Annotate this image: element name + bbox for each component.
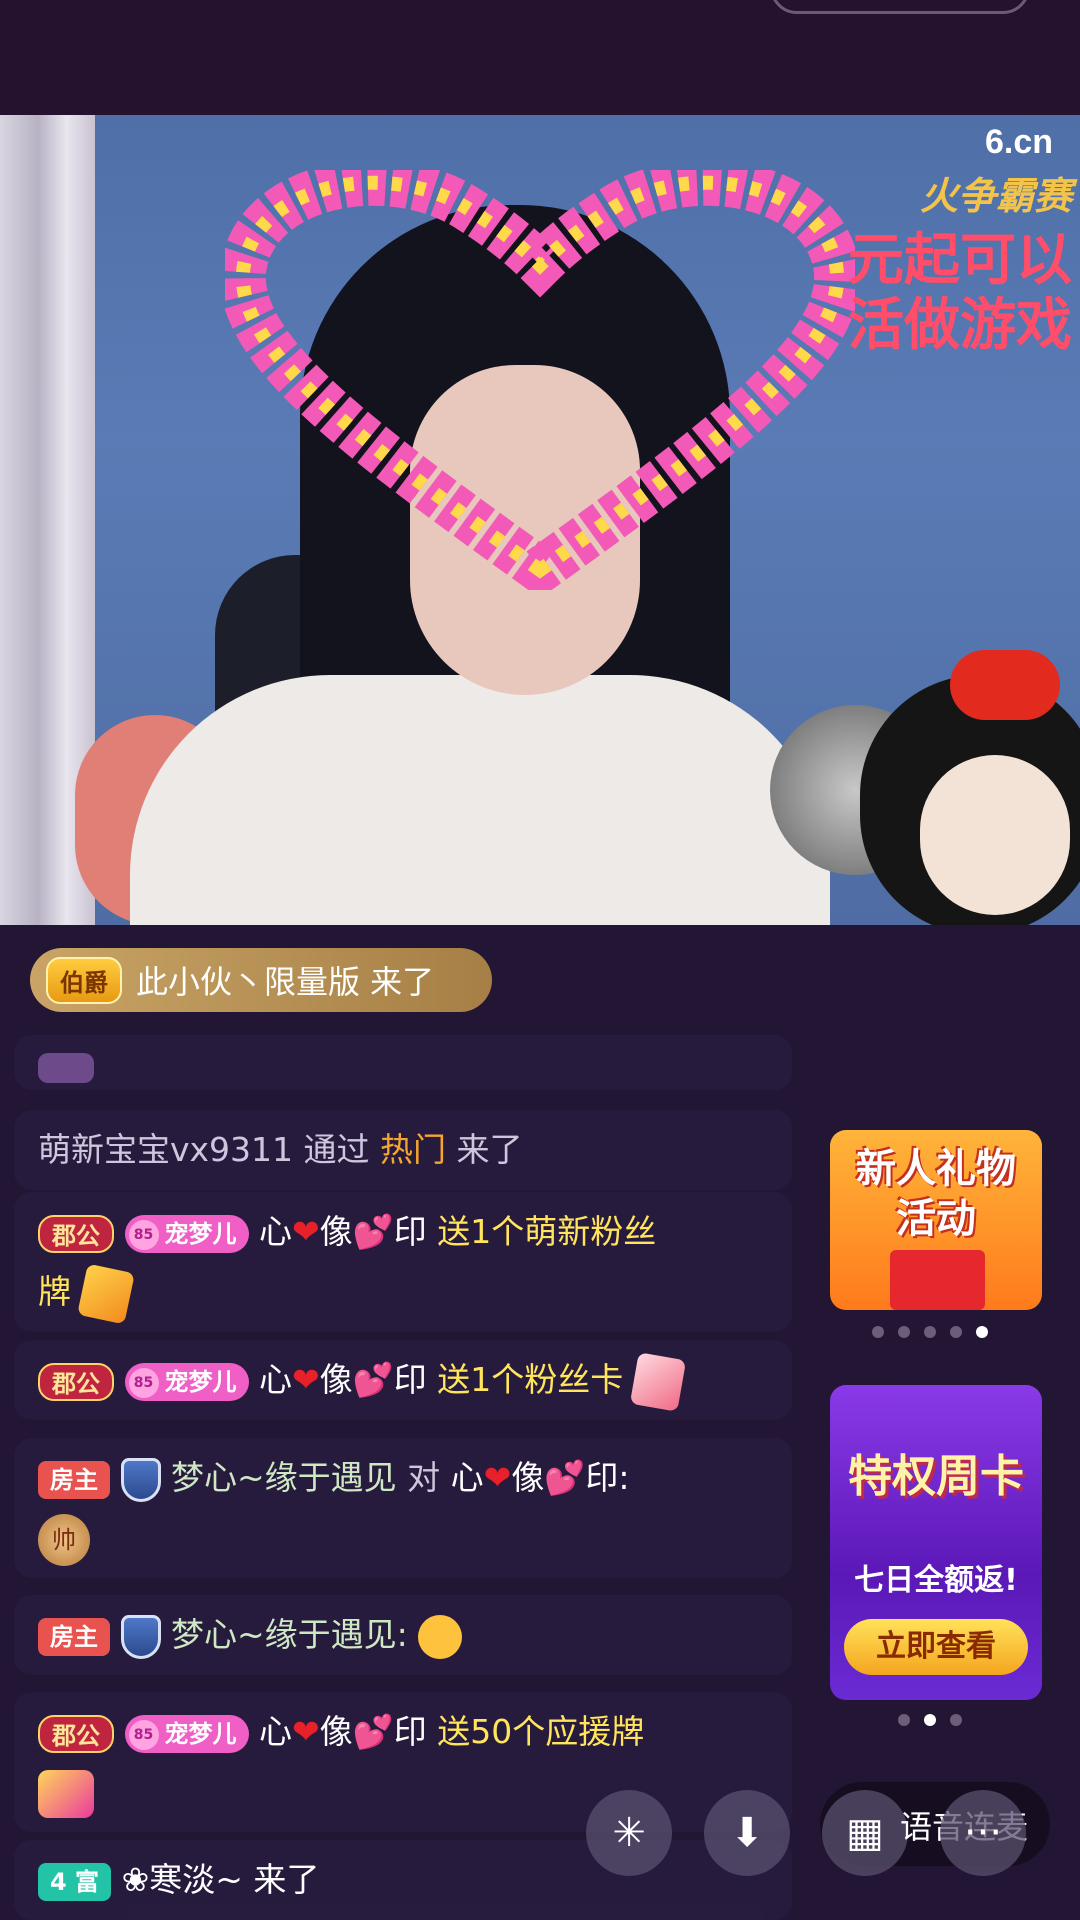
- carousel-dot: [898, 1714, 910, 1726]
- ad-title: 特权周卡: [848, 1451, 1024, 1502]
- shy-emoji-icon: [418, 1614, 463, 1659]
- chat-username[interactable]: 心❤像💕印: [259, 1712, 427, 1751]
- heart-gift-effect: [225, 170, 855, 590]
- top-pill-button[interactable]: [770, 0, 1030, 14]
- chat-text: 通过: [303, 1130, 370, 1169]
- apps-grid-button[interactable]: ▦: [822, 1790, 908, 1876]
- arrival-text: 此小伙丶限量版 来了: [136, 963, 435, 1001]
- live-video[interactable]: 6.cn 火争霸赛 元起可以 活做游戏: [0, 115, 1080, 925]
- carousel-dot-active: [976, 1326, 988, 1338]
- grid-icon: ▦: [846, 1810, 884, 1856]
- chat-message: [14, 1035, 792, 1090]
- top-bar: [0, 0, 1080, 115]
- more-button[interactable]: ···: [940, 1790, 1026, 1876]
- new-user-gift-banner[interactable]: 新人礼物 活动: [830, 1130, 1042, 1310]
- ad2-carousel-dots: [898, 1714, 962, 1726]
- gift-action: 送1个萌新粉丝: [437, 1212, 657, 1251]
- fan-card-gift-icon: [76, 1263, 135, 1324]
- ad1-carousel-dots: [872, 1326, 988, 1338]
- chat-username[interactable]: 梦心~缘于遇见:: [171, 1615, 408, 1654]
- chat-username[interactable]: 梦心~缘于遇见: [171, 1458, 397, 1497]
- shield-icon: [120, 1457, 161, 1502]
- chat-message: 4 富 ❀寒淡~ 来了: [14, 1840, 792, 1920]
- vip-arrival-banner: 伯爵 此小伙丶限量版 来了: [30, 948, 492, 1012]
- fan-tag: 宠梦儿: [164, 1367, 237, 1396]
- view-now-button[interactable]: 立即查看: [844, 1619, 1028, 1675]
- sparkle-effect-button[interactable]: ✳: [586, 1790, 672, 1876]
- fan-card-gift-icon: [629, 1351, 686, 1412]
- gift-box-icon: [890, 1250, 985, 1310]
- streamer-shirt: [130, 675, 830, 925]
- fan-badge: 85 宠梦儿: [124, 1214, 249, 1253]
- level-number: 85: [128, 1367, 159, 1398]
- carousel-dot: [950, 1714, 962, 1726]
- mentioned-user[interactable]: 心❤像💕印:: [451, 1458, 630, 1497]
- chat-text: 对: [407, 1458, 441, 1497]
- ad-subtitle: 七日全额返!: [854, 1563, 1018, 1598]
- download-icon: ⬇: [730, 1810, 764, 1856]
- plush-doll-bow: [950, 650, 1060, 720]
- chat-message: 房主 梦心~缘于遇见:: [14, 1595, 792, 1675]
- wealth-badge: 4 富: [38, 1862, 112, 1901]
- chat-username[interactable]: ❀寒淡~: [122, 1860, 243, 1899]
- carousel-dot-active: [924, 1714, 936, 1726]
- plush-doll-face: [920, 755, 1070, 915]
- host-badge: 房主: [38, 1460, 110, 1499]
- overlay-title: 火争霸赛: [919, 174, 1072, 218]
- chat-username[interactable]: 心❤像💕印: [259, 1360, 427, 1399]
- chat-source: 热门: [380, 1130, 447, 1169]
- chat-text: 来了: [253, 1860, 320, 1899]
- download-button[interactable]: ⬇: [704, 1790, 790, 1876]
- chat-message: 房主 梦心~缘于遇见 对 心❤像💕印: 帅: [14, 1438, 792, 1578]
- emoji-coin-icon: 帅: [38, 1513, 90, 1566]
- fan-tag: 宠梦儿: [164, 1219, 237, 1248]
- rank-badge: 郡公: [38, 1714, 114, 1753]
- ad-title: 新人礼物 活动: [856, 1146, 1016, 1242]
- carousel-dot: [898, 1326, 910, 1338]
- carousel-dot: [924, 1326, 936, 1338]
- chat-username[interactable]: 萌新宝宝vx9311: [38, 1130, 293, 1169]
- site-logo: 6.cn: [985, 123, 1054, 161]
- gift-action: 送1个粉丝卡: [437, 1360, 624, 1399]
- rank-badge: 伯爵: [46, 956, 122, 1004]
- shield-icon: [120, 1614, 161, 1659]
- chat-message: 郡公 85 宠梦儿 心❤像💕印 送1个粉丝卡: [14, 1340, 792, 1420]
- more-icon: ···: [963, 1810, 1003, 1856]
- chat-text: 来了: [456, 1130, 523, 1169]
- level-number: 85: [128, 1719, 159, 1750]
- chat-username[interactable]: 心❤像💕印: [259, 1212, 427, 1251]
- weekly-privilege-card-banner[interactable]: 特权周卡 七日全额返! 立即查看: [830, 1385, 1042, 1700]
- rank-badge: 郡公: [38, 1362, 114, 1401]
- gift-action: 送50个应援牌: [437, 1712, 645, 1751]
- chat-message: 郡公 85 宠梦儿 心❤像💕印 送50个应援牌: [14, 1692, 792, 1832]
- carousel-dot: [872, 1326, 884, 1338]
- host-badge: 房主: [38, 1617, 110, 1656]
- gift-action-cont: 牌: [38, 1272, 71, 1311]
- carousel-dot: [950, 1326, 962, 1338]
- level-number: 85: [128, 1219, 159, 1250]
- sparkle-icon: ✳: [612, 1810, 646, 1856]
- support-sign-gift-icon: [38, 1769, 94, 1818]
- fan-badge: 85 宠梦儿: [124, 1714, 249, 1753]
- fan-badge: 85 宠梦儿: [124, 1362, 249, 1401]
- badge-icon: [38, 1052, 94, 1083]
- fan-tag: 宠梦儿: [164, 1719, 237, 1748]
- rank-badge: 郡公: [38, 1214, 114, 1253]
- chat-message: 郡公 85 宠梦儿 心❤像💕印 送1个萌新粉丝 牌: [14, 1192, 792, 1332]
- chat-message: 萌新宝宝vx9311 通过 热门 来了: [14, 1110, 792, 1190]
- overlay-line-2: 活做游戏: [848, 293, 1072, 358]
